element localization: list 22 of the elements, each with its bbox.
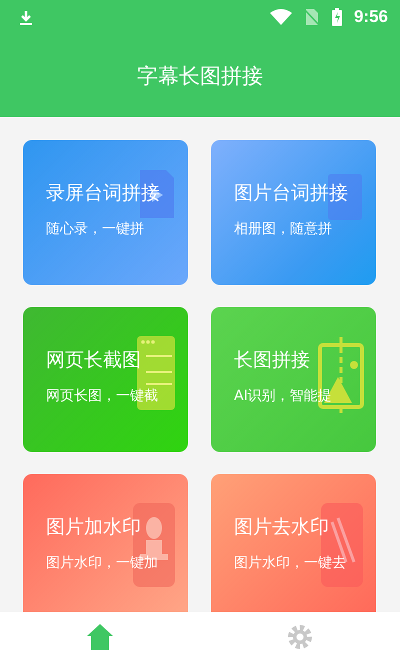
- card-subtitle: 相册图，随意拼: [234, 220, 333, 239]
- feature-card[interactable]: 图片台词拼接 相册图，随意拼: [211, 140, 376, 285]
- card-subtitle: 随心录，一键拼: [46, 220, 145, 239]
- card-title: 图片去水印: [234, 515, 330, 540]
- card-subtitle: 图片水印，一键加: [46, 554, 159, 573]
- clock: 9:56: [354, 7, 388, 27]
- card-subtitle: 网页长图，一键截: [46, 387, 159, 406]
- no-sim-icon: [304, 8, 320, 26]
- feature-card[interactable]: 录屏台词拼接 随心录，一键拼: [23, 140, 188, 285]
- card-title: 图片台词拼接: [234, 181, 349, 206]
- card-title: 录屏台词拼接: [46, 181, 161, 206]
- card-title: 图片加水印: [46, 515, 142, 540]
- feature-card[interactable]: 图片加水印 图片水印，一键加: [23, 474, 188, 612]
- feature-card[interactable]: 图片去水印 图片水印，一键去: [211, 474, 376, 612]
- card-subtitle: 图片水印，一键去: [234, 554, 347, 573]
- app-title: 字幕长图拼接: [137, 62, 263, 90]
- card-title: 长图拼接: [234, 348, 311, 373]
- feature-card[interactable]: 网页长截图 网页长图，一键截: [23, 307, 188, 452]
- card-title: 网页长截图: [46, 348, 142, 373]
- battery-icon: [332, 8, 342, 26]
- wifi-icon: [270, 9, 292, 25]
- download-icon: [19, 10, 33, 24]
